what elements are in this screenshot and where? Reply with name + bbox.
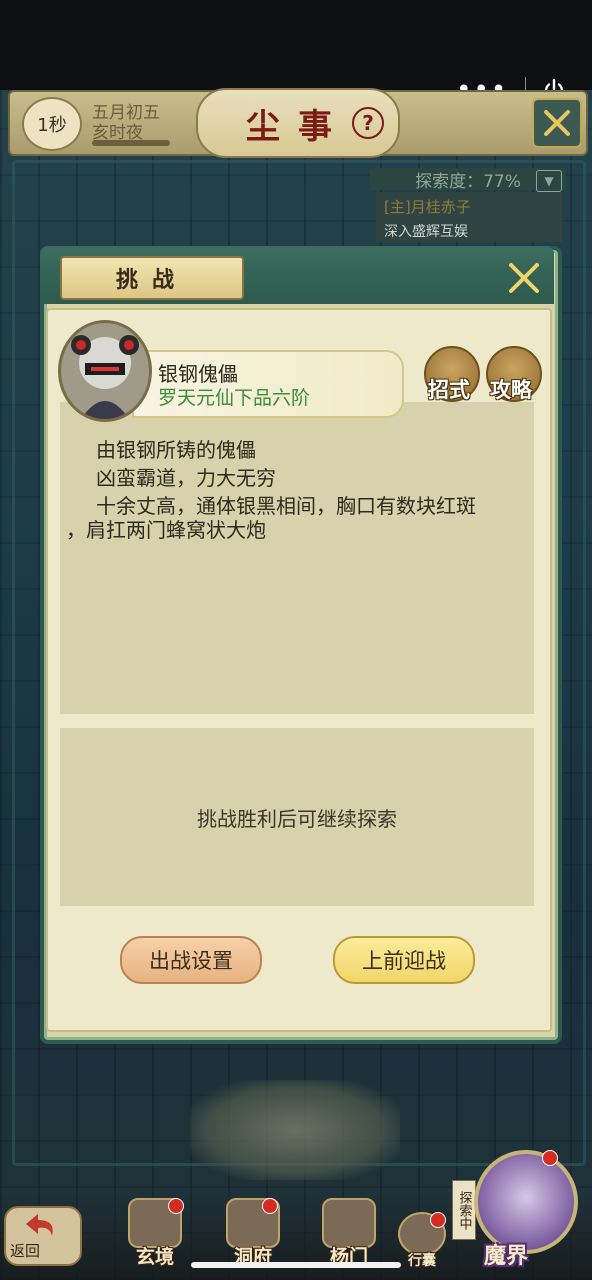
banner-icon	[322, 1198, 376, 1248]
back-arrow-icon	[26, 1214, 53, 1236]
moves-button[interactable]: 招式	[428, 374, 470, 404]
nav-label: 行囊	[408, 1253, 436, 1269]
notification-dot	[168, 1198, 184, 1214]
enemy-avatar	[58, 320, 152, 422]
dialog-title-badge: 挑战	[60, 256, 244, 300]
notification-dot	[430, 1212, 446, 1228]
description-line: ，肩扛两门蜂窝状大炮	[66, 518, 266, 542]
notification-dot	[542, 1150, 558, 1166]
notification-dot	[262, 1198, 278, 1214]
quest-subtitle: 深入盛辉互娱	[384, 224, 468, 240]
chevron-down-icon[interactable]: ▼	[536, 170, 562, 192]
hint-text: 挑战胜利后可继续探索	[197, 806, 397, 831]
quest-title: [主]月桂赤子	[384, 198, 471, 216]
nav-label: 玄境	[135, 1246, 174, 1268]
guide-button[interactable]: 攻略	[490, 374, 532, 404]
enemy-rank: 罗天元仙下品六阶	[158, 387, 311, 409]
gate-decoration	[190, 1080, 400, 1180]
home-indicator	[191, 1262, 401, 1268]
description-line: 由银钢所铸的傀儡	[96, 438, 256, 462]
close-icon	[544, 110, 570, 136]
help-icon[interactable]: ?	[352, 107, 384, 139]
timer-badge: 1秒	[22, 97, 82, 151]
description-line: 凶蛮霸道，力大无穷	[96, 466, 276, 490]
demon-realm-label: 魔界	[484, 1243, 529, 1269]
page-title: 尘事	[246, 106, 350, 147]
close-icon	[509, 263, 539, 293]
battle-setup-button[interactable]: 出战设置	[120, 936, 262, 984]
quest-tracker[interactable]: [主]月桂赤子 深入盛辉互娱	[376, 192, 562, 242]
nav-item-yangmen[interactable]: 杨门	[322, 1198, 376, 1269]
dialog-close-button[interactable]	[504, 258, 544, 298]
exploring-tag: 探索中	[452, 1180, 476, 1240]
start-fight-button[interactable]: 上前迎战	[333, 936, 475, 984]
map-close-button[interactable]	[532, 98, 582, 148]
back-label: 返回	[10, 1242, 41, 1260]
dialog-title: 挑战	[115, 267, 188, 293]
hint-area: 挑战胜利后可继续探索	[60, 728, 534, 906]
time-bar	[92, 140, 170, 146]
